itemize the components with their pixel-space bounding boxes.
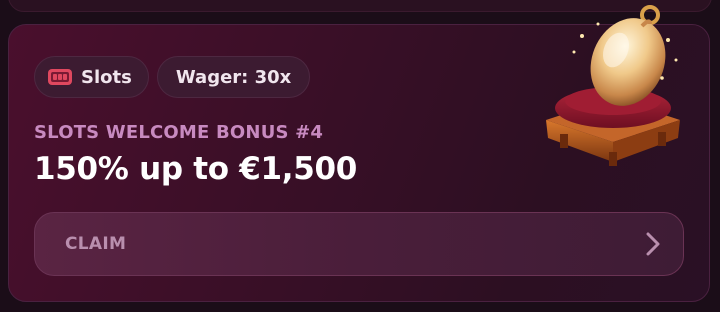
page: Slots Wager: 30x SLOTS WELCOME BONUS #4 … (0, 0, 720, 312)
claim-button[interactable]: CLAIM (34, 212, 684, 276)
wager-chip-label: Wager: 30x (175, 66, 292, 88)
wager-chip: Wager: 30x (156, 56, 311, 98)
slot-machine-icon (48, 69, 72, 85)
category-chip: Slots (34, 56, 149, 98)
bonus-headline: 150% up to €1,500 (34, 151, 358, 187)
bonus-subtitle: SLOTS WELCOME BONUS #4 (34, 122, 324, 143)
bonus-tags: Slots Wager: 30x (34, 56, 311, 98)
golden-egg-illustration (546, 5, 680, 166)
claim-button-label: CLAIM (65, 234, 127, 254)
category-chip-label: Slots (81, 66, 132, 88)
chevron-right-icon (646, 232, 660, 256)
